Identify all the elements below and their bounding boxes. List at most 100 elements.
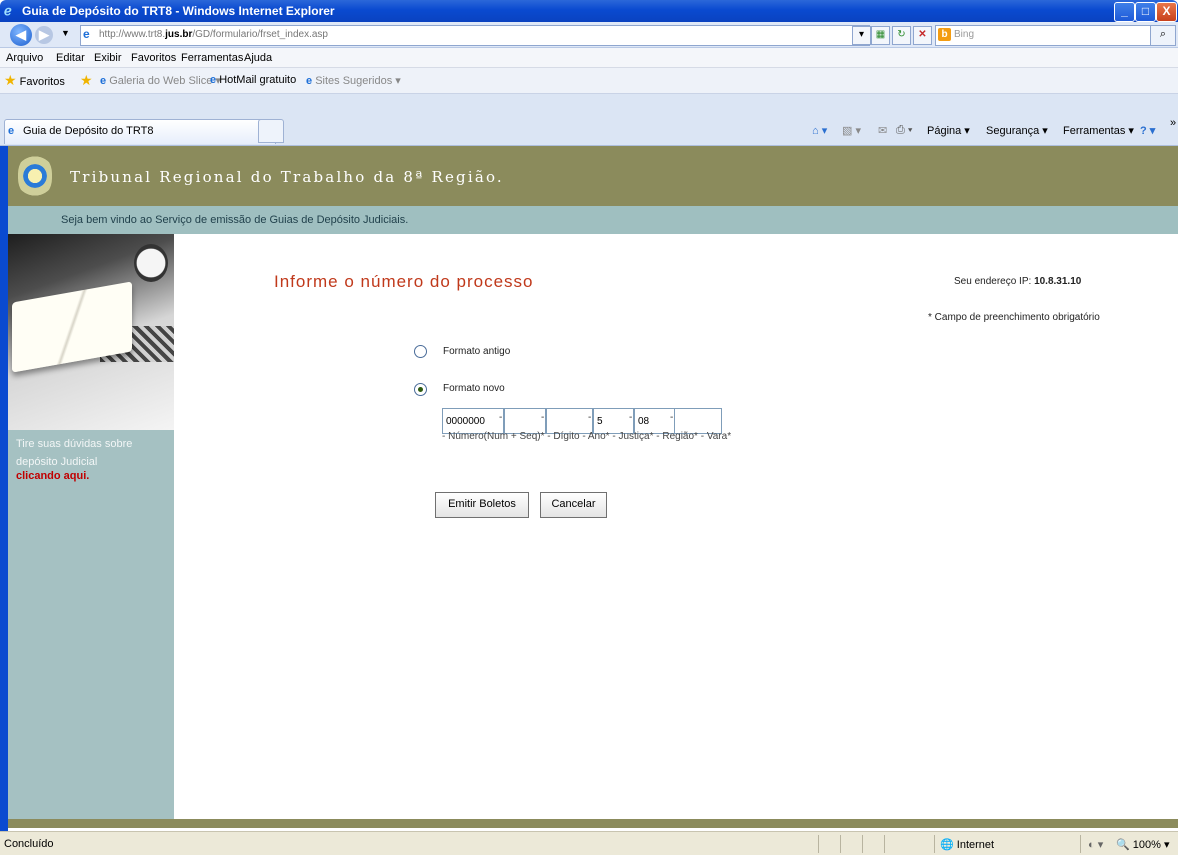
- ie-page-icon: e: [100, 75, 107, 87]
- search-icon: ⌕: [1159, 28, 1167, 40]
- menu-editar[interactable]: Editar: [56, 52, 85, 64]
- label-formato-novo: Formato novo: [443, 383, 505, 394]
- welcome-text: Seja bem vindo ao Serviço de emissão de …: [61, 214, 409, 226]
- tools-menu[interactable]: Ferramentas ▾: [1063, 124, 1134, 137]
- stop-icon[interactable]: ✕: [913, 26, 932, 45]
- feeds-icon[interactable]: ▧ ▾: [842, 124, 861, 137]
- menu-ajuda[interactable]: Ajuda: [244, 52, 272, 64]
- crest-icon: [18, 154, 52, 198]
- back-icon[interactable]: ◀: [10, 24, 32, 46]
- suggested-sites-label: Sites Sugeridos ▾: [315, 75, 401, 87]
- command-bar: ⌂ ▾ ▧ ▾ ✉ ⎙ ▾ Página ▾ Segurança ▾ Ferra…: [812, 117, 1178, 141]
- search-input[interactable]: b Bing: [935, 25, 1167, 46]
- required-note: * Campo de preenchimento obrigatório: [928, 312, 1100, 323]
- page-footer-bar: [8, 819, 1178, 828]
- help-text: Tire suas dúvidas sobre depósito Judicia…: [16, 438, 133, 468]
- hotmail-link[interactable]: e HotMail gratuito: [210, 74, 296, 86]
- zoom-label: 100%: [1132, 839, 1161, 851]
- separator-dash: -: [629, 412, 633, 423]
- sidebar: Tire suas dúvidas sobre depósito Judicia…: [8, 234, 174, 819]
- internet-zone[interactable]: 🌐 Internet: [940, 838, 994, 851]
- ie-page-icon: e: [210, 74, 217, 86]
- page-icon: e: [83, 27, 90, 41]
- status-divider: [934, 835, 935, 853]
- zoom-control[interactable]: 🔍 100% ▾: [1116, 838, 1169, 851]
- tab-guia-deposito[interactable]: e Guia de Depósito do TRT8: [4, 119, 276, 144]
- search-placeholder: Bing: [954, 29, 975, 40]
- security-menu[interactable]: Segurança ▾: [986, 124, 1048, 137]
- menu-bar: Arquivo Editar Exibir Favoritos Ferramen…: [0, 48, 1178, 68]
- separator-dash: -: [499, 412, 503, 423]
- site-title: Tribunal Regional do Trabalho da 8ª Regi…: [70, 168, 504, 186]
- tab-bar: e Guia de Depósito do TRT8 ⌂ ▾ ▧ ▾ ✉ ⎙ ▾…: [0, 94, 1178, 146]
- ie-icon: ℯ: [4, 3, 12, 18]
- add-favorite-icon[interactable]: ★: [80, 72, 93, 89]
- status-divider: [1080, 835, 1081, 853]
- refresh-icon[interactable]: ↻: [892, 26, 911, 45]
- favorites-bar: ★ Favoritos ★ e Galeria do Web Slice ▾ e…: [0, 68, 1178, 94]
- page-menu[interactable]: Página ▾: [927, 124, 970, 137]
- radio-formato-novo[interactable]: [414, 383, 427, 396]
- status-divider: [818, 835, 819, 853]
- clock-icon: [134, 244, 168, 282]
- status-bar: Concluído 🌐 Internet ◐ ▾ 🔍 100% ▾: [0, 831, 1178, 855]
- status-divider: [862, 835, 863, 853]
- ip-address: Seu endereço IP: 10.8.31.10: [954, 276, 1081, 287]
- menu-arquivo[interactable]: Arquivo: [6, 52, 43, 64]
- help-link[interactable]: clicando aqui.: [16, 470, 89, 482]
- star-icon: ★: [4, 72, 17, 88]
- book-clock-photo: [8, 234, 174, 430]
- address-toolbar: ◀ ▶ ▼ e http://www.trt8.jus.br/GD/formul…: [0, 22, 1178, 48]
- suggested-sites-link[interactable]: e Sites Sugeridos ▾: [306, 74, 401, 87]
- forward-icon[interactable]: ▶: [35, 26, 53, 44]
- favorites-label: Favoritos: [19, 76, 65, 88]
- emitir-boletos-button[interactable]: Emitir Boletos: [435, 492, 529, 518]
- tab-label: Guia de Depósito do TRT8: [23, 125, 154, 137]
- close-button[interactable]: X: [1156, 2, 1177, 22]
- favorites-button[interactable]: ★ Favoritos: [4, 72, 65, 89]
- main-content: Informe o número do processo Seu endereç…: [174, 234, 1178, 819]
- chevron-right-icon[interactable]: »: [1170, 117, 1176, 129]
- history-dropdown-icon[interactable]: ▼: [61, 28, 70, 38]
- ip-label: Seu endereço IP:: [954, 276, 1032, 287]
- label-formato-antigo: Formato antigo: [443, 346, 511, 357]
- menu-favoritos[interactable]: Favoritos: [131, 52, 176, 64]
- window-frame-left: [0, 146, 8, 831]
- url-domain: jus.br: [165, 29, 193, 40]
- status-divider: [840, 835, 841, 853]
- cancel-button[interactable]: Cancelar: [540, 492, 607, 518]
- mail-icon[interactable]: ✉: [878, 124, 887, 137]
- print-icon[interactable]: ⎙ ▾: [896, 124, 912, 137]
- ie-page-icon: e: [8, 125, 15, 137]
- menu-ferramentas[interactable]: Ferramentas: [181, 52, 243, 64]
- home-icon[interactable]: ⌂ ▾: [812, 124, 827, 137]
- ie-page-icon: e: [306, 75, 313, 87]
- status-divider: [884, 835, 885, 853]
- separator-dash: -: [541, 412, 545, 423]
- search-button[interactable]: ⌕: [1150, 25, 1176, 46]
- site-header: Tribunal Regional do Trabalho da 8ª Regi…: [8, 146, 1178, 206]
- zone-label: Internet: [956, 839, 995, 851]
- web-slice-link[interactable]: e Galeria do Web Slice ▾: [100, 74, 221, 87]
- separator-dash: -: [670, 412, 674, 423]
- url-prefix: http://www.trt8.: [99, 29, 166, 40]
- minimize-button[interactable]: _: [1114, 2, 1135, 22]
- welcome-banner: Seja bem vindo ao Serviço de emissão de …: [8, 206, 1178, 234]
- help-icon[interactable]: ? ▾: [1140, 124, 1155, 137]
- status-text: Concluído: [4, 838, 54, 850]
- menu-exibir[interactable]: Exibir: [94, 52, 122, 64]
- bing-icon: b: [938, 28, 951, 41]
- web-slice-label: Galeria do Web Slice ▾: [109, 75, 221, 87]
- new-tab-button[interactable]: [258, 119, 284, 143]
- radio-formato-antigo[interactable]: [414, 345, 427, 358]
- address-input[interactable]: e http://www.trt8.jus.br/GD/formulario/f…: [80, 25, 870, 46]
- protected-mode-icon[interactable]: ◐ ▾: [1088, 838, 1103, 851]
- address-dropdown-icon[interactable]: ▾: [852, 26, 871, 45]
- window-title-bar[interactable]: ℯ Guia de Depósito do TRT8 - Windows Int…: [0, 0, 1178, 22]
- separator-dash: -: [588, 412, 592, 423]
- ip-value: 10.8.31.10: [1034, 276, 1082, 287]
- compatibility-icon[interactable]: ▦: [871, 26, 890, 45]
- form-title: Informe o número do processo: [274, 272, 534, 291]
- maximize-button[interactable]: □: [1135, 2, 1156, 22]
- url-suffix: /GD/formulario/frset_index.asp: [192, 29, 328, 40]
